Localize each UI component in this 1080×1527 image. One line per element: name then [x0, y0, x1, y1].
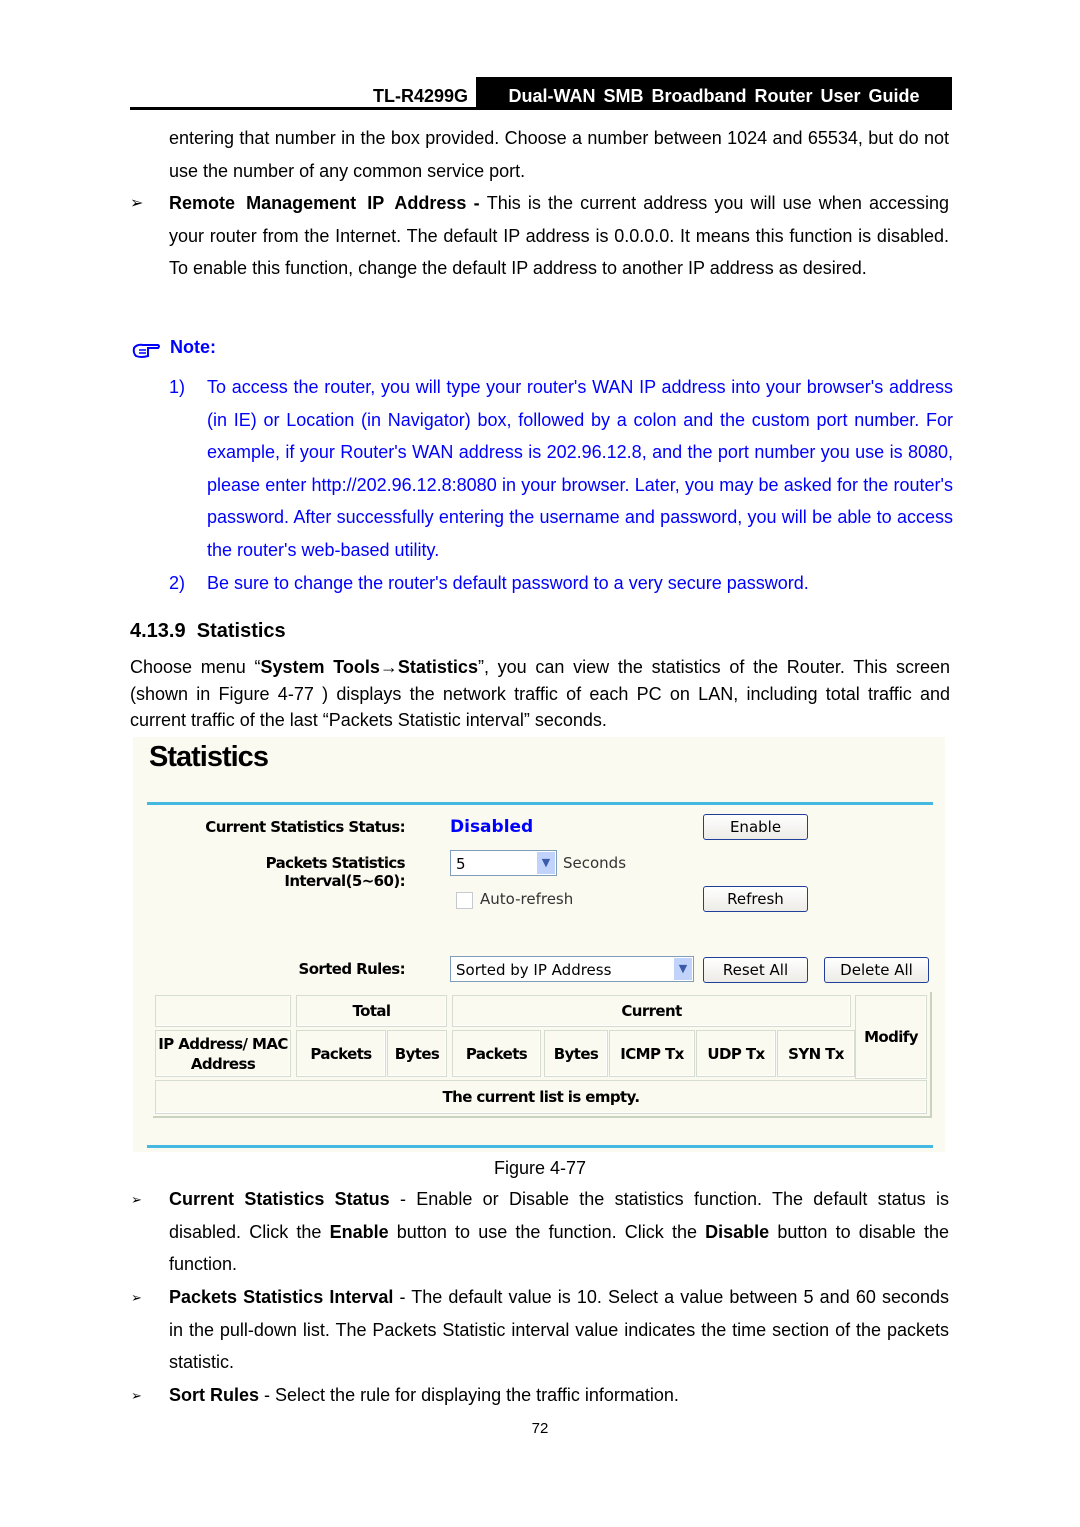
term: Packets Statistics Interval: [169, 1287, 394, 1307]
note-label: Note:: [170, 337, 216, 357]
bullet-arrow-icon: ➢: [131, 1192, 142, 1207]
col-total-packets: Packets: [296, 1030, 386, 1077]
section-number: 4.13.9: [130, 620, 186, 642]
divider-bottom: [147, 1145, 933, 1148]
bullet-sort: Sort Rules - Select the rule for display…: [169, 1379, 949, 1412]
header-title: Dual-WAN SMB Broadband Router User Guide: [476, 77, 952, 110]
term: Sort Rules: [169, 1385, 260, 1405]
enable-button[interactable]: Enable: [703, 814, 808, 840]
interval-select[interactable]: 5 ▼: [450, 850, 557, 876]
statistics-table: Total Current Modify IP Address/ MAC Add…: [153, 992, 932, 1118]
header-model: TL-R4299G: [372, 86, 468, 106]
note-item-2: Be sure to change the router's default p…: [207, 573, 809, 593]
bullet-arrow-icon: ➢: [131, 1388, 142, 1403]
note-item-1: To access the router, you will type your…: [207, 377, 953, 560]
remote-ip-paragraph: Remote Management IP Address - This is t…: [169, 187, 949, 285]
col-total-bytes: Bytes: [387, 1030, 447, 1077]
note-num-2: 2): [169, 573, 186, 593]
sorted-rules-label: Sorted Rules:: [298, 960, 406, 978]
col-syn-tx: SYN Tx: [777, 1030, 855, 1077]
document-page: TL-R4299G Dual-WAN SMB Broadband Router …: [0, 0, 1080, 1527]
text: Enable: [329, 1221, 389, 1242]
page-number: 72: [531, 1420, 549, 1437]
col-icmp-tx: ICMP Tx: [609, 1030, 695, 1077]
header-total: Total: [296, 995, 447, 1027]
chevron-down-icon: ▼: [537, 852, 555, 874]
delete-all-button[interactable]: Delete All: [824, 957, 929, 983]
chevron-down-icon: ▼: [674, 958, 692, 980]
pointing-hand-icon: [131, 340, 161, 360]
autorefresh-checkbox[interactable]: [456, 892, 473, 909]
seconds-label: Seconds: [563, 854, 627, 872]
col-current-packets: Packets: [452, 1030, 541, 1077]
header-modify: Modify: [855, 995, 927, 1079]
refresh-button[interactable]: Refresh: [703, 886, 808, 912]
col-udp-tx: UDP Tx: [696, 1030, 776, 1077]
figure-caption: Figure 4-77: [493, 1158, 587, 1178]
statistics-screenshot: Statistics Current Statistics Status: Di…: [133, 737, 945, 1152]
screen-title: Statistics: [149, 741, 269, 773]
divider-top: [147, 802, 933, 805]
text: Choose menu “: [130, 657, 261, 677]
reset-all-button[interactable]: Reset All: [703, 957, 808, 983]
status-value: Disabled: [450, 817, 534, 837]
interval-label: Packets Statistics Interval(5~60):: [265, 854, 406, 890]
header-ip-mac: IP Address/ MAC Address: [155, 1030, 291, 1077]
empty-list-message: The current list is empty.: [155, 1080, 927, 1114]
section-paragraph: Choose menu “System Tools→Statistics”, y…: [130, 654, 950, 734]
bullet-status: Current Statistics Status - Enable or Di…: [169, 1183, 949, 1281]
dash: -: [466, 193, 487, 213]
interval-value: 5: [456, 855, 466, 873]
intro-paragraph: entering that number in the box provided…: [169, 128, 949, 181]
bullet-arrow-icon: ➢: [131, 1290, 142, 1305]
header-blank: [155, 995, 291, 1027]
header-current: Current: [452, 995, 851, 1027]
section-title: Statistics: [196, 620, 286, 642]
col-current-bytes: Bytes: [544, 1030, 608, 1077]
text: - Select the rule for displaying the tra…: [259, 1385, 679, 1405]
text: Disable: [705, 1221, 770, 1242]
menu-path: System Tools→Statistics: [260, 657, 478, 677]
bullet-arrow-icon: ➢: [130, 195, 144, 212]
term: Current Statistics Status: [169, 1189, 390, 1209]
sorted-rules-value: Sorted by IP Address: [456, 961, 612, 979]
note-num-1: 1): [169, 377, 186, 397]
section-heading: 4.13.9 Statistics: [130, 620, 286, 643]
text: button to use the function. Click the: [388, 1221, 706, 1242]
status-label: Current Statistics Status:: [205, 818, 405, 836]
bullet-interval: Packets Statistics Interval - The defaul…: [169, 1281, 949, 1379]
term: Remote Management IP Address: [169, 193, 467, 213]
sorted-rules-select[interactable]: Sorted by IP Address ▼: [450, 956, 694, 982]
autorefresh-label: Auto-refresh: [480, 890, 574, 908]
